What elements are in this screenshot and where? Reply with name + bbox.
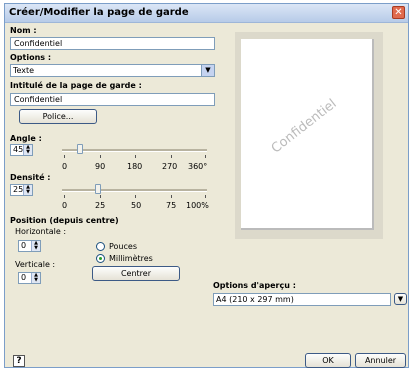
ok-button[interactable]: OK bbox=[305, 353, 351, 368]
density-scale-100: 100% bbox=[186, 201, 209, 210]
spin-arrows-icon[interactable]: ▲ ▼ bbox=[31, 273, 40, 283]
angle-scale-90: 90 bbox=[95, 162, 106, 171]
angle-tick bbox=[135, 155, 136, 158]
font-button[interactable]: Police... bbox=[19, 109, 97, 124]
name-label: Nom : bbox=[10, 26, 37, 35]
angle-tick bbox=[171, 155, 172, 158]
horizontal-value: 0 bbox=[21, 241, 27, 250]
angle-slider[interactable] bbox=[62, 144, 207, 158]
close-button[interactable]: ✕ bbox=[392, 6, 405, 19]
angle-tick bbox=[100, 155, 101, 158]
radio-inches-label: Pouces bbox=[109, 242, 137, 251]
density-tick bbox=[64, 195, 65, 198]
preview-watermark: Confidentiel bbox=[268, 96, 340, 157]
density-tick bbox=[205, 195, 206, 198]
density-slider-track bbox=[62, 189, 207, 192]
cancel-button[interactable]: Annuler bbox=[355, 353, 406, 368]
radio-selected-dot bbox=[99, 257, 102, 260]
spin-arrows-icon[interactable]: ▲ ▼ bbox=[23, 145, 32, 155]
density-scale-50: 50 bbox=[131, 201, 142, 210]
angle-slider-track bbox=[62, 149, 207, 152]
cover-title-input[interactable]: Confidentiel bbox=[10, 93, 215, 106]
radio-millimeters-label: Millimètres bbox=[109, 254, 153, 263]
density-scale-25: 25 bbox=[95, 201, 106, 210]
angle-scale-0: 0 bbox=[62, 162, 68, 171]
dialog-title: Créer/Modifier la page de garde bbox=[9, 7, 189, 18]
title-bar: Créer/Modifier la page de garde ✕ bbox=[5, 4, 408, 23]
options-label: Options : bbox=[10, 53, 52, 62]
chevron-down-icon[interactable]: ▼ bbox=[201, 65, 214, 76]
spin-arrows-icon[interactable]: ▲ ▼ bbox=[31, 241, 40, 251]
angle-value: 45 bbox=[13, 145, 24, 154]
spin-arrows-icon[interactable]: ▲ ▼ bbox=[23, 185, 32, 195]
angle-tick bbox=[64, 155, 65, 158]
paper-size-select[interactable]: A4 (210 x 297 mm) bbox=[213, 293, 391, 306]
center-button[interactable]: Centrer bbox=[92, 266, 180, 281]
density-tick bbox=[100, 195, 101, 198]
cover-title-label: Intitulé de la page de garde : bbox=[10, 81, 142, 90]
density-scale-0: 0 bbox=[62, 201, 68, 210]
angle-label: Angle : bbox=[10, 134, 42, 143]
angle-scale-360: 360° bbox=[188, 162, 208, 171]
position-label: Position (depuis centre) bbox=[10, 216, 119, 225]
horizontal-label: Horizontale : bbox=[15, 227, 67, 236]
density-tick bbox=[135, 195, 136, 198]
density-value: 25 bbox=[13, 185, 24, 194]
chevron-down-icon[interactable]: ▼ bbox=[394, 293, 407, 305]
radio-inches[interactable] bbox=[96, 242, 105, 251]
preview-options-label: Options d'aperçu : bbox=[213, 281, 296, 290]
preview-area: Confidentiel bbox=[235, 32, 383, 239]
preview-page: Confidentiel bbox=[241, 39, 374, 230]
angle-scale-180: 180 bbox=[127, 162, 143, 171]
angle-slider-thumb[interactable] bbox=[77, 144, 83, 154]
options-selected: Texte bbox=[13, 65, 35, 76]
density-scale-75: 75 bbox=[166, 201, 177, 210]
close-icon: ✕ bbox=[394, 7, 403, 18]
angle-tick bbox=[205, 155, 206, 158]
density-slider[interactable] bbox=[62, 184, 207, 198]
density-tick bbox=[171, 195, 172, 198]
angle-scale-270: 270 bbox=[162, 162, 178, 171]
paper-size-selected: A4 (210 x 297 mm) bbox=[216, 294, 294, 305]
angle-spinner[interactable]: 45 ▲ ▼ bbox=[10, 144, 33, 156]
help-button[interactable]: ? bbox=[13, 355, 25, 367]
vertical-spinner[interactable]: 0 ▲ ▼ bbox=[18, 272, 41, 284]
density-slider-thumb[interactable] bbox=[95, 184, 101, 194]
radio-millimeters[interactable] bbox=[96, 254, 105, 263]
options-select[interactable]: Texte ▼ bbox=[10, 64, 215, 77]
density-label: Densité : bbox=[10, 173, 51, 182]
horizontal-spinner[interactable]: 0 ▲ ▼ bbox=[18, 240, 41, 252]
cover-page-dialog: Créer/Modifier la page de garde ✕ Nom : … bbox=[4, 3, 409, 368]
vertical-value: 0 bbox=[21, 273, 27, 282]
name-input[interactable]: Confidentiel bbox=[10, 37, 215, 50]
vertical-label: Verticale : bbox=[15, 260, 56, 269]
density-spinner[interactable]: 25 ▲ ▼ bbox=[10, 184, 33, 196]
